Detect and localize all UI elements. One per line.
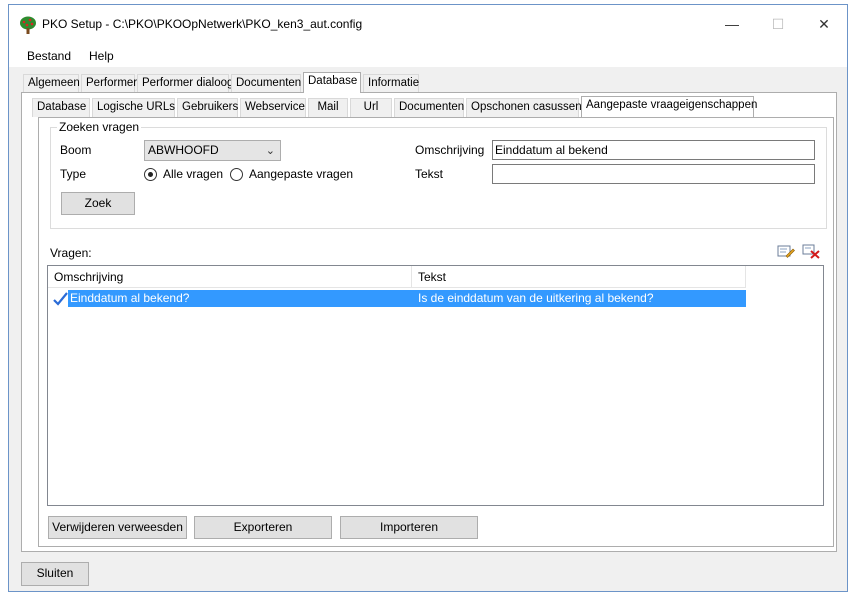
boom-select-value: ABWHOOFD <box>148 143 219 157</box>
tab-informatie[interactable]: Informatie <box>363 74 419 93</box>
radio-aangepaste-vragen-label[interactable]: Aangepaste vragen <box>249 167 353 181</box>
custom-question-properties-panel: Zoeken vragen Boom ABWHOOFD ⌄ Type Alle … <box>38 117 834 547</box>
tekst-input[interactable] <box>492 164 815 184</box>
subtab-webservice[interactable]: Webservice <box>240 98 306 117</box>
window-title: PKO Setup - C:\PKO\PKOOpNetwerk\PKO_ken3… <box>42 17 363 31</box>
subtab-aangepaste-vraageigenschappen[interactable]: Aangepaste vraageigenschappen <box>581 96 757 117</box>
menu-bestand[interactable]: Bestand <box>27 49 71 63</box>
maximize-button[interactable]: ☐ <box>755 5 801 43</box>
omschrijving-label: Omschrijving <box>415 143 485 157</box>
edit-icon[interactable] <box>777 243 795 259</box>
row-tekst: Is de einddatum van de uitkering al beke… <box>418 291 654 305</box>
database-tab-panel: Database Logische URLs Gebruikers Webser… <box>21 92 837 552</box>
close-button[interactable]: ✕ <box>801 5 847 43</box>
sluiten-button[interactable]: Sluiten <box>21 562 89 586</box>
subtab-gebruikers[interactable]: Gebruikers <box>177 98 238 117</box>
vragen-label: Vragen: <box>50 246 92 260</box>
app-window: PKO Setup - C:\PKO\PKOOpNetwerk\PKO_ken3… <box>8 4 848 592</box>
radio-selected-dot <box>148 172 153 177</box>
tab-performer[interactable]: Performer <box>81 74 137 93</box>
boom-select[interactable]: ABWHOOFD ⌄ <box>144 140 281 161</box>
subtab-documenten[interactable]: Documenten <box>394 98 464 117</box>
tree-app-icon <box>20 16 36 34</box>
subtab-database[interactable]: Database <box>32 98 90 117</box>
subtab-url[interactable]: Url <box>350 98 392 117</box>
menu-help[interactable]: Help <box>89 49 114 63</box>
maximize-icon: ☐ <box>771 15 785 32</box>
tab-documenten[interactable]: Documenten <box>231 74 301 93</box>
chevron-down-icon: ⌄ <box>265 145 275 157</box>
radio-alle-vragen[interactable] <box>144 168 157 181</box>
minimize-icon: — <box>725 16 739 32</box>
checkmark-icon[interactable] <box>53 292 68 306</box>
boom-label: Boom <box>60 143 92 157</box>
verwijderen-verweesden-button[interactable]: Verwijderen verweesden <box>48 516 187 539</box>
column-header-omschrijving[interactable]: Omschrijving <box>48 266 412 288</box>
type-label: Type <box>60 167 87 181</box>
delete-icon[interactable] <box>802 243 820 259</box>
subtab-opschonen-casussen[interactable]: Opschonen casussen <box>466 98 582 117</box>
radio-aangepaste-vragen[interactable] <box>230 168 243 181</box>
tab-database[interactable]: Database <box>303 72 361 93</box>
subtab-mail[interactable]: Mail <box>308 98 348 117</box>
questions-listview[interactable]: Omschrijving Tekst Einddatum al bekend? … <box>47 265 824 506</box>
subtab-logische-urls[interactable]: Logische URLs <box>92 98 175 117</box>
importeren-button[interactable]: Importeren <box>340 516 478 539</box>
listview-header: Omschrijving Tekst <box>48 266 746 288</box>
exporteren-button[interactable]: Exporteren <box>194 516 332 539</box>
table-row[interactable]: Einddatum al bekend? Is de einddatum van… <box>68 290 746 307</box>
radio-alle-vragen-label[interactable]: Alle vragen <box>163 167 223 181</box>
search-groupbox: Zoeken vragen Boom ABWHOOFD ⌄ Type Alle … <box>50 120 827 229</box>
title-bar[interactable]: PKO Setup - C:\PKO\PKOOpNetwerk\PKO_ken3… <box>9 5 847 43</box>
minimize-button[interactable]: — <box>709 5 755 43</box>
search-group-label: Zoeken vragen <box>57 120 142 134</box>
close-icon: ✕ <box>818 15 830 32</box>
tab-algemeen[interactable]: Algemeen <box>23 74 80 93</box>
menu-bar: Bestand Help <box>9 43 847 67</box>
row-omschrijving: Einddatum al bekend? <box>70 291 190 305</box>
omschrijving-input[interactable]: Einddatum al bekend <box>492 140 815 160</box>
column-header-tekst[interactable]: Tekst <box>412 266 746 288</box>
tab-performer-dialoog[interactable]: Performer dialoog <box>137 74 233 93</box>
zoek-button[interactable]: Zoek <box>61 192 135 215</box>
tekst-label: Tekst <box>415 167 444 181</box>
